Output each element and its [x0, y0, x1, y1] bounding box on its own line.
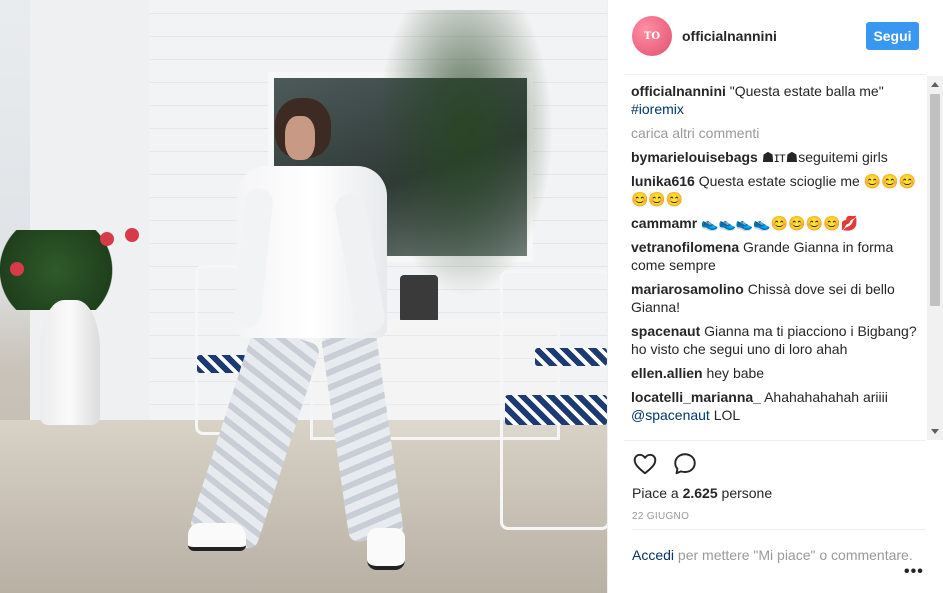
caption: officialnannini "Questa estate balla me"… [631, 82, 925, 118]
comment-item: ellen.allien hey babe [631, 364, 925, 382]
photo-palm-plant [370, 10, 560, 310]
comment-username[interactable]: locatelli_marianna_ [631, 389, 761, 405]
photo-chair-cushion [535, 348, 607, 366]
comment-username[interactable]: spacenaut [631, 323, 700, 339]
comment-username[interactable]: ellen.allien [631, 365, 703, 381]
photo-plant-pot [400, 275, 438, 323]
photo-flower [125, 228, 139, 242]
comment-username[interactable]: mariarosamolino [631, 281, 744, 297]
heart-outline-icon[interactable] [632, 451, 660, 479]
likes-suffix: persone [717, 485, 773, 501]
caption-text: "Questa estate balla me" [729, 83, 884, 99]
post-side-panel: TO officialnannini Segui officialnannini… [607, 0, 943, 593]
comment-text: hey babe [706, 365, 765, 381]
comment-item: cammamr 👟👟👟👟😊😊😊😊💋 [631, 214, 925, 232]
login-text: per mettere "Mi piace" o commentare. [674, 547, 913, 563]
post-header: TO officialnannini Segui [624, 0, 926, 75]
person-face [285, 116, 315, 160]
avatar[interactable]: TO [632, 16, 672, 56]
photo-flower [100, 232, 114, 246]
post-actions: Piace a 2.625 persone 22 GIUGNO Accedi p… [624, 440, 926, 580]
header-username[interactable]: officialnannini [682, 28, 777, 44]
photo-person [188, 98, 405, 578]
comment-text: Ahahahahahah ariiii [764, 389, 888, 405]
comment-username[interactable]: lunika616 [631, 173, 695, 189]
ellipsis-icon[interactable]: ••• [904, 563, 924, 581]
comments-scrollbar[interactable] [927, 76, 943, 440]
scroll-up-arrow-icon[interactable] [931, 82, 939, 87]
comment-text: ☗ɪᴛ☗seguitemi girls [761, 149, 888, 165]
avatar-text: TO [643, 30, 661, 42]
comment-item: vetranofilomena Grande Gianna in forma c… [631, 238, 925, 274]
comment-username[interactable]: cammamr [631, 215, 697, 231]
comment-text: 👟👟👟👟😊😊😊😊💋 [701, 215, 858, 231]
comment-item: bymarielouisebags ☗ɪᴛ☗seguitemi girls [631, 148, 925, 166]
comment-mention[interactable]: @spacenaut [631, 407, 710, 423]
scroll-down-arrow-icon[interactable] [931, 429, 939, 434]
login-link[interactable]: Accedi [632, 547, 674, 563]
person-leg [320, 327, 405, 543]
caption-username[interactable]: officialnannini [631, 83, 726, 99]
comment-text: LOL [713, 407, 741, 423]
speech-bubble-icon[interactable] [672, 451, 700, 479]
likes-prefix: Piace a [632, 485, 683, 501]
post-date[interactable]: 22 GIUGNO [632, 511, 689, 522]
post-photo[interactable] [0, 0, 607, 593]
comment-item: mariarosamolino Chissà dove sei di bello… [631, 280, 925, 316]
photo-white-urn [40, 300, 100, 425]
photo-chair-cushion [505, 395, 607, 425]
caption-hashtag[interactable]: #ioremix [631, 101, 684, 117]
comment-item: spacenaut Gianna ma ti piacciono i Bigba… [631, 322, 925, 358]
comment-item: lunika616 Questa estate scioglie me 😊😊😊😊… [631, 172, 925, 208]
likes-number: 2.625 [682, 485, 718, 501]
comments-list[interactable]: officialnannini "Questa estate balla me"… [631, 82, 925, 440]
comment-item: locatelli_marianna_ Ahahahahahah ariiii … [631, 388, 925, 424]
follow-button[interactable]: Segui [866, 22, 919, 50]
comment-username[interactable]: bymarielouisebags [631, 149, 758, 165]
likes-count[interactable]: Piace a 2.625 persone [632, 485, 772, 501]
login-prompt: Accedi per mettere "Mi piace" o commenta… [632, 529, 926, 564]
load-more-comments-link[interactable]: carica altri commenti [631, 124, 925, 142]
person-shoe [367, 528, 405, 570]
person-shoe [188, 523, 246, 551]
comment-username[interactable]: vetranofilomena [631, 239, 739, 255]
photo-flower [10, 262, 24, 276]
person-leg [188, 324, 322, 551]
scrollbar-thumb[interactable] [930, 94, 940, 306]
